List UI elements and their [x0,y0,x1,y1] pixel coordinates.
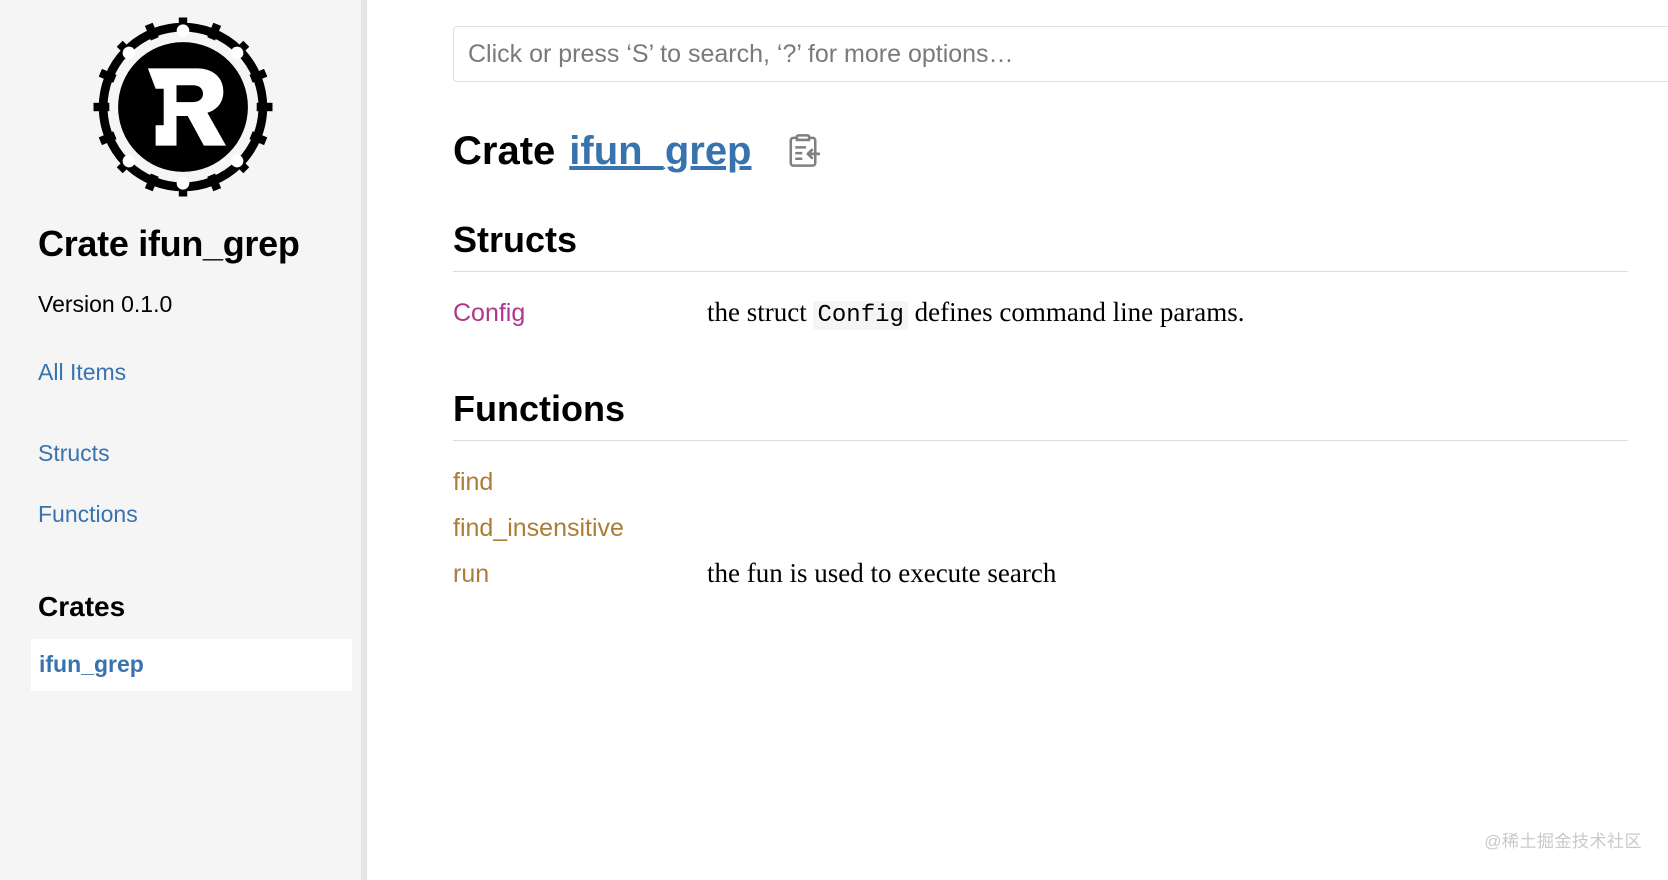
rust-logo-icon [90,14,276,200]
crate-name-link[interactable]: ifun_grep [569,126,751,176]
sidebar-crate-ifun-grep[interactable]: ifun_grep [31,639,352,691]
watermark: @稀土掘金技术社区 [1484,832,1642,851]
table-row: Config the struct Config defines command… [453,290,1628,337]
table-row: find [453,459,1628,505]
item-name-cell: find_insensitive [453,505,707,551]
main-inner: Crate ifun_grep Structs Config the struc… [367,82,1668,597]
item-desc-cell: the struct Config defines command line p… [707,290,1628,337]
copy-item-path-button[interactable] [786,133,820,169]
item-desc-cell [707,505,1628,551]
sidebar-resizer-handle[interactable] [361,0,366,880]
table-row: run the fun is used to execute search [453,551,1628,597]
item-link-find[interactable]: find [453,468,493,496]
desc-text-after: defines command line params. [907,297,1245,328]
item-link-find-insensitive[interactable]: find_insensitive [453,514,624,542]
sidebar-crates-heading: Crates [38,590,126,622]
section-heading-functions: Functions [453,337,1628,442]
sidebar-item-structs[interactable]: Structs [0,440,366,468]
item-description: the struct Config defines command line p… [707,290,1628,337]
crate-keyword: Crate [453,129,556,173]
rust-logo-container[interactable] [0,0,366,200]
page-title: Crate ifun_grep [453,82,1628,176]
main-content: Crate ifun_grep [367,0,1668,880]
rustdoc-page: Crate ifun_grep Version 0.1.0 All Items … [0,0,1668,880]
item-name-cell: Config [453,290,707,337]
copy-item-path-icon [786,133,820,169]
table-row: find_insensitive [453,505,1628,551]
item-description: the fun is used to execute search [707,558,1057,589]
item-desc-cell: the fun is used to execute search [707,551,1628,597]
desc-text-before: the struct [707,297,814,328]
section-heading-structs: Structs [453,176,1628,273]
sidebar-crate-title: Crate ifun_grep [38,223,300,264]
inline-code-config: Config [813,301,908,331]
functions-item-table: find find_insensitive run the fun is use… [453,459,1628,597]
structs-item-table: Config the struct Config defines command… [453,290,1628,337]
item-name-cell: find [453,459,707,505]
sidebar-item-all-items[interactable]: All Items [0,359,366,387]
sidebar: Crate ifun_grep Version 0.1.0 All Items … [0,0,367,880]
item-link-run[interactable]: run [453,560,489,588]
sidebar-item-functions[interactable]: Functions [0,501,366,529]
item-desc-cell [707,459,1628,505]
sidebar-version: Version 0.1.0 [38,291,173,318]
sidebar-crates-list: ifun_grep [0,639,366,691]
item-link-config[interactable]: Config [453,299,525,327]
item-name-cell: run [453,551,707,597]
search-input[interactable] [453,26,1668,82]
search-row [367,0,1668,82]
